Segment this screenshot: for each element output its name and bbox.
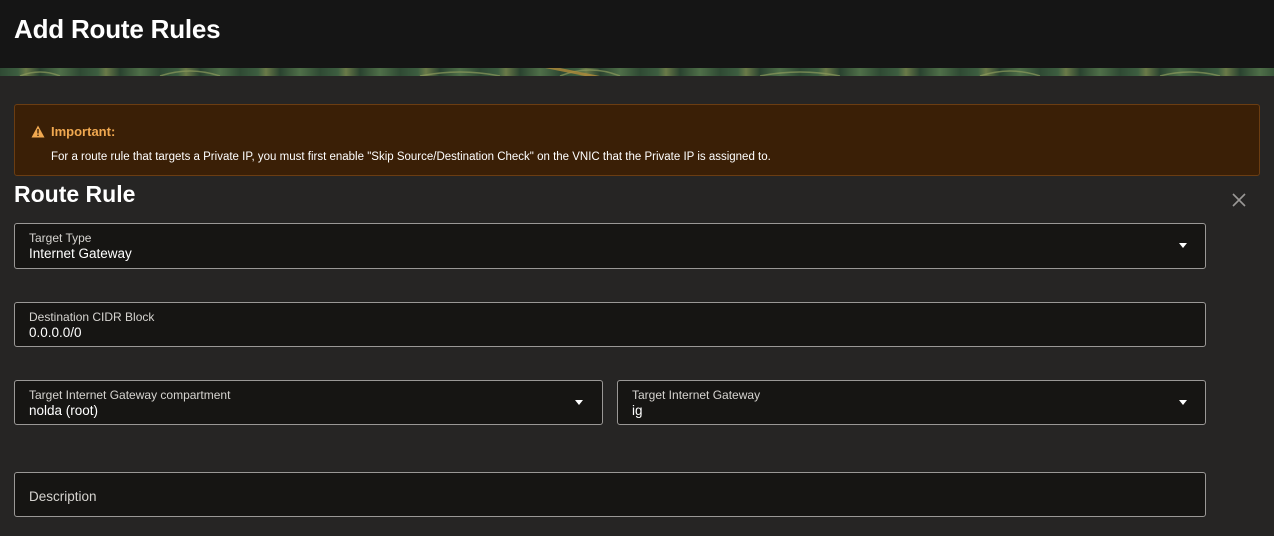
destination-cidr-value[interactable]: 0.0.0.0/0 xyxy=(29,325,82,340)
alert-message: For a route rule that targets a Private … xyxy=(51,151,771,163)
warning-icon xyxy=(31,125,45,138)
important-alert: Important: For a route rule that targets… xyxy=(14,104,1260,176)
decorative-banner xyxy=(0,68,1274,76)
description-placeholder[interactable]: Description xyxy=(29,489,97,504)
internet-gateway-label: Target Internet Gateway xyxy=(632,388,761,402)
close-icon[interactable] xyxy=(1230,191,1248,209)
chevron-down-icon[interactable] xyxy=(1179,243,1187,248)
chevron-down-icon[interactable] xyxy=(575,400,583,405)
alert-title: Important: xyxy=(51,124,116,139)
destination-cidr-input[interactable]: Destination CIDR Block 0.0.0.0/0 xyxy=(14,302,1206,347)
description-input[interactable]: Description xyxy=(14,472,1206,517)
internet-gateway-value: ig xyxy=(632,403,643,418)
chevron-down-icon[interactable] xyxy=(1179,400,1187,405)
page-title: Add Route Rules xyxy=(14,14,221,44)
page-header: Add Route Rules xyxy=(0,0,1274,68)
route-rule-title: Route Rule xyxy=(14,181,136,207)
compartment-select[interactable]: Target Internet Gateway compartment nold… xyxy=(14,380,603,425)
compartment-value: nolda (root) xyxy=(29,403,99,418)
target-type-value: Internet Gateway xyxy=(29,246,132,261)
compartment-label: Target Internet Gateway compartment xyxy=(29,388,231,402)
target-type-select[interactable]: Target Type Internet Gateway xyxy=(14,223,1206,269)
target-type-label: Target Type xyxy=(29,231,92,245)
destination-cidr-label: Destination CIDR Block xyxy=(29,310,155,324)
internet-gateway-select[interactable]: Target Internet Gateway ig xyxy=(617,380,1206,425)
